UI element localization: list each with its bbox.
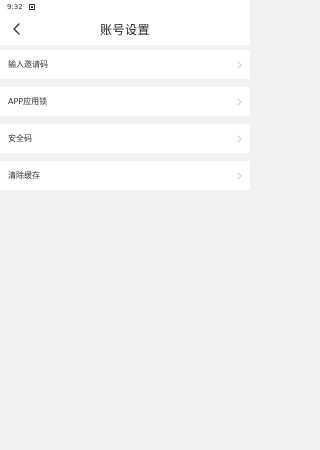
chevron-right-icon (237, 135, 242, 143)
menu-item-invite-code[interactable]: 输入邀请码 (0, 50, 250, 79)
chevron-left-icon (13, 23, 20, 35)
menu-item-security-code[interactable]: 安全码 (0, 124, 250, 153)
menu-item-app-lock[interactable]: APP应用锁 (0, 87, 250, 116)
status-time: 9:32 (7, 2, 23, 11)
page-title: 账号设置 (99, 22, 150, 37)
menu-item-clear-cache[interactable]: 清除缓存 (0, 161, 250, 190)
account-settings-screen: 9:32 账号设置 输入邀请码 APP应用锁 安全码 清除缓存 (0, 0, 250, 450)
status-bar: 9:32 (0, 0, 250, 13)
menu-item-label: 输入邀请码 (8, 60, 48, 69)
settings-menu: 输入邀请码 APP应用锁 安全码 清除缓存 (0, 50, 250, 190)
nav-bar: 账号设置 (0, 13, 250, 45)
chevron-right-icon (237, 61, 242, 69)
chevron-right-icon (237, 98, 242, 106)
chevron-right-icon (237, 172, 242, 180)
back-button[interactable] (6, 18, 28, 40)
menu-item-label: APP应用锁 (8, 97, 48, 106)
menu-item-label: 清除缓存 (8, 171, 40, 180)
menu-item-label: 安全码 (8, 134, 32, 143)
notification-icon (28, 3, 35, 10)
